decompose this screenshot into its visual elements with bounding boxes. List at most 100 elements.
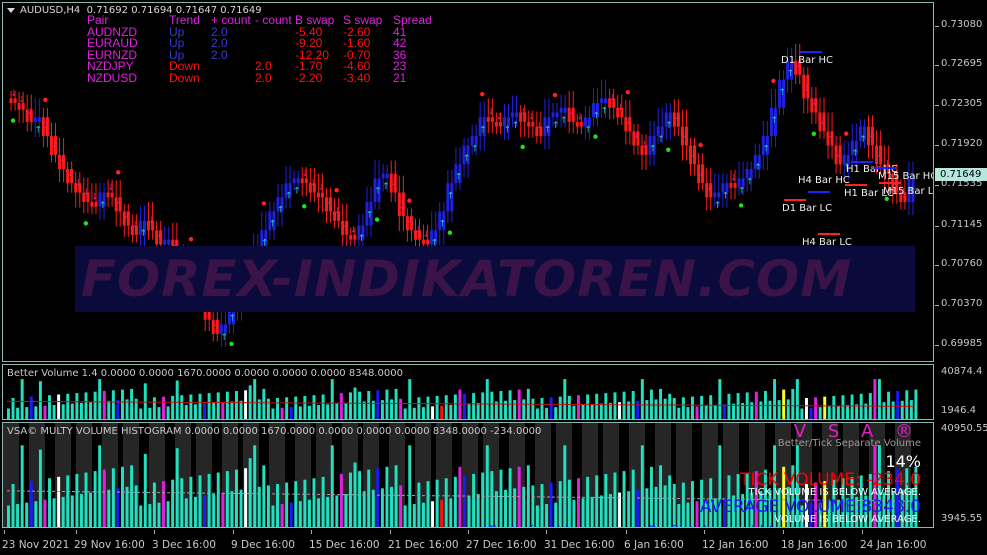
volume-bar — [25, 407, 29, 419]
trend-arrow-icon: ↓ — [576, 112, 584, 122]
volume-bar — [417, 482, 421, 527]
trend-arrow-icon: ↓ — [59, 155, 67, 165]
volume-bar — [431, 406, 435, 419]
volume-bar — [800, 408, 804, 419]
trend-arrow-icon: ↑ — [463, 154, 471, 164]
volume-bar — [385, 466, 389, 527]
volume-bar — [189, 394, 193, 419]
collapse-triangle-icon[interactable] — [7, 7, 15, 13]
volume-bar — [84, 392, 88, 419]
vsa-title: VSA© MULTY VOLUME HISTOGRAM 0.0000 0.000… — [7, 426, 542, 437]
volume-bar — [171, 479, 175, 527]
trend-arrow-icon: ↑ — [592, 111, 600, 121]
better-volume-panel[interactable]: Better Volume 1.4 0.0000 0.0000 1670.000… — [2, 364, 934, 420]
volume-bar — [29, 481, 33, 527]
volume-bar — [795, 379, 799, 419]
volume-bar — [604, 473, 608, 527]
fractal-low-dot — [10, 118, 16, 123]
trend-arrow-icon: ↓ — [309, 178, 317, 188]
plus-count-cell — [211, 73, 255, 85]
volume-bar — [184, 498, 188, 527]
candle-body — [555, 112, 559, 118]
trend-arrow-icon: ↑ — [269, 220, 277, 230]
volume-bar — [221, 492, 225, 527]
volume-bar — [43, 405, 47, 419]
price-axis[interactable]: 0.73080 0.72695 0.72305 0.71920 0.71535 0.711… — [935, 2, 987, 362]
volume-bar — [526, 465, 530, 527]
volume-bar — [563, 379, 567, 419]
trend-arrow-icon: ↓ — [406, 216, 414, 226]
trend-arrow-icon: ↑ — [770, 116, 778, 126]
spread-cell: 21 — [393, 70, 407, 85]
candle-body — [579, 121, 583, 127]
volume-bar — [98, 379, 102, 419]
level-label: H4 Bar LC — [802, 237, 852, 248]
volume-bar — [175, 380, 179, 419]
volume-bar — [590, 404, 594, 419]
volume-bar — [435, 395, 439, 419]
volume-bar — [426, 396, 430, 419]
volume-bar — [143, 383, 147, 419]
candle-body — [292, 178, 296, 184]
trend-arrow-icon: ↓ — [811, 98, 819, 108]
volume-bar — [599, 495, 603, 527]
trend-arrow-icon: ↑ — [99, 201, 107, 211]
volume-bar — [832, 395, 836, 419]
volume-bar — [485, 379, 489, 419]
volume-bar — [713, 405, 717, 419]
trend-arrow-icon: ↑ — [714, 201, 722, 211]
volume-bar — [672, 398, 676, 419]
volume-bar — [700, 395, 704, 419]
volume-bar — [116, 488, 120, 527]
volume-bar — [79, 402, 83, 419]
volume-bar — [16, 407, 20, 419]
pairs-table-header: Pair Trend + count - count B swap S swap… — [87, 14, 432, 27]
volume-bar — [412, 407, 416, 419]
volume-bar — [148, 407, 152, 419]
volume-bar — [467, 495, 471, 527]
candle-body — [563, 107, 567, 113]
volume-bar — [627, 401, 631, 419]
trend-arrow-icon: ↑ — [665, 121, 673, 131]
volume-bar — [266, 485, 270, 527]
volume-bar — [499, 469, 503, 527]
volume-bar — [782, 389, 786, 419]
fractal-low-dot — [83, 221, 89, 226]
price-chart-panel[interactable]: ↓↓↓↑↓↓↓↓↓↓↓↑↓↓↓↓↑↓↓↑↓↓↓↓↓↓↑↑↑↑↑↑↑↑↑↑↓↓↓↓… — [2, 2, 934, 362]
volume-bar — [513, 488, 517, 527]
candle-body — [422, 239, 426, 245]
vsa-histogram-panel[interactable]: VSA© MULTY VOLUME HISTOGRAM 0.0000 0.000… — [2, 422, 934, 528]
volume-bar — [481, 472, 485, 527]
candle-body — [494, 121, 498, 127]
volume-bar — [709, 395, 713, 419]
volume-bar — [577, 478, 580, 527]
volume-bar — [216, 472, 220, 527]
volume-bar — [298, 501, 302, 527]
volume-bar — [431, 501, 435, 527]
volume-bar — [157, 407, 161, 419]
watermark: FOREX-INDIKATOREN.COM — [75, 246, 915, 312]
trend-arrow-icon: ↓ — [18, 95, 26, 105]
better-volume-title: Better Volume 1.4 0.0000 0.0000 1670.000… — [7, 368, 403, 379]
volume-bar — [52, 498, 56, 527]
volume-bar — [157, 502, 161, 527]
volume-bar — [57, 476, 61, 527]
price-axis-tick — [935, 345, 939, 346]
volume-bar — [900, 400, 904, 419]
volume-bar — [280, 504, 284, 527]
volume-bar — [891, 401, 895, 419]
volume-bar — [408, 445, 412, 527]
volume-bar — [230, 401, 234, 419]
level-line — [800, 51, 822, 53]
vsa-axis-max: 40950.55 — [941, 423, 987, 434]
fractal-high-dot — [407, 198, 412, 203]
trend-arrow-icon: ↓ — [415, 225, 423, 235]
trend-arrow-icon: ↓ — [706, 183, 714, 193]
volume-bar — [417, 397, 421, 419]
volume-bar — [20, 445, 24, 527]
price-axis-label: 0.70760 — [941, 258, 983, 269]
time-axis[interactable]: 23 Nov 2021 29 Nov 16:00 3 Dec 16:00 9 Dec … — [0, 530, 987, 555]
volume-bar — [476, 494, 480, 527]
volume-bar — [75, 393, 79, 419]
volume-bar — [558, 481, 562, 527]
